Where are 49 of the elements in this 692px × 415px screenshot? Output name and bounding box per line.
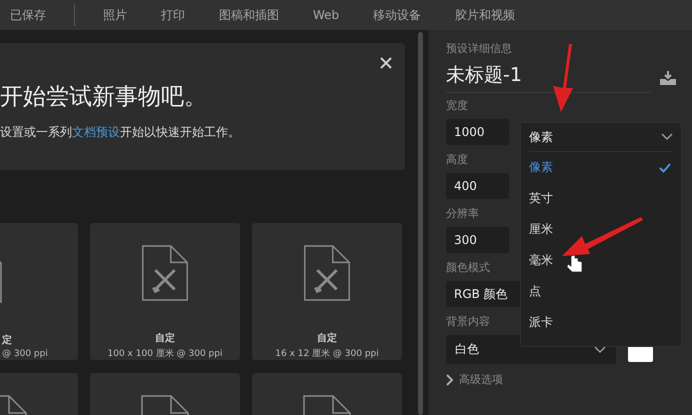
category-tab[interactable]: 移动设备 <box>373 6 422 24</box>
category-tab[interactable]: 打印 <box>161 6 185 24</box>
preset-card[interactable]: 自定 16 x 12 厘米 @ 300 ppi <box>252 223 402 360</box>
banner-text: 设置或一系列 <box>0 125 72 139</box>
field-label: 分辨率 <box>446 207 479 221</box>
unit-dropdown[interactable]: 像素 像素 英寸 厘米 毫米 点 派卡 <box>520 122 682 347</box>
category-tab[interactable]: 照片 <box>103 6 127 24</box>
unit-option[interactable]: 像素 <box>529 152 673 183</box>
unit-option[interactable]: 点 <box>529 276 673 307</box>
section-heading: 预设详细信息 <box>446 42 512 56</box>
category-tab[interactable]: Web <box>313 8 340 22</box>
hand-cursor-icon <box>566 254 582 272</box>
chevron-icon <box>594 346 606 354</box>
advanced-options-toggle[interactable]: 高级选项 <box>446 372 503 387</box>
preset-name: 自定 <box>317 331 337 345</box>
preset-card[interactable]: 自定 100 x 100 厘米 @ 300 ppi <box>90 223 240 360</box>
category-tab[interactable]: 胶片和视频 <box>455 6 516 24</box>
field-label: 背景内容 <box>446 315 490 329</box>
chevron-icon <box>661 133 673 141</box>
dropdown-value: 像素 <box>529 128 553 146</box>
unit-option[interactable]: 英寸 <box>529 183 673 214</box>
resolution-field[interactable]: 300 <box>446 227 509 253</box>
width-field[interactable]: 1000 <box>446 119 509 145</box>
close-icon[interactable] <box>379 56 393 70</box>
field-label: 宽度 <box>446 99 468 113</box>
checkmark-icon <box>659 162 671 172</box>
preset-size: @ 300 ppi <box>2 349 48 359</box>
save-preset-icon[interactable] <box>660 70 676 84</box>
preset-name: 定 <box>2 333 12 347</box>
scrollbar-thumb[interactable] <box>418 32 423 415</box>
document-pencil-icon <box>303 245 351 301</box>
banner-headline: 开始尝试新事物吧。 <box>0 83 208 112</box>
chevron-icon <box>446 374 454 386</box>
height-field[interactable]: 400 <box>446 173 509 199</box>
preset-name: 自定 <box>155 331 175 345</box>
presets-link[interactable]: 文档预设 <box>72 125 120 139</box>
preset-size: 100 x 100 厘米 @ 300 ppi <box>108 348 222 360</box>
preset-card[interactable]: 定 @ 300 ppi <box>0 223 78 360</box>
field-label: 高度 <box>446 153 468 167</box>
unit-option[interactable]: 派卡 <box>529 307 673 338</box>
category-tab[interactable]: 图稿和插图 <box>219 6 279 24</box>
category-tab[interactable]: 已保存 <box>10 6 46 24</box>
unit-option[interactable]: 厘米 <box>529 214 673 245</box>
preset-size: 16 x 12 厘米 @ 300 ppi <box>275 348 379 360</box>
banner-text: 开始以快速开始工作。 <box>120 125 240 139</box>
annotation-arrow <box>553 44 573 112</box>
document-pencil-icon <box>141 245 189 301</box>
unit-option[interactable]: 毫米 <box>529 245 673 276</box>
field-label: 颜色模式 <box>446 261 490 275</box>
